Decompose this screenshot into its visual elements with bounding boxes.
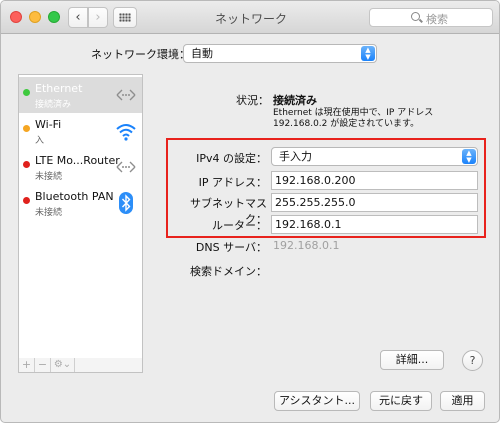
service-item-wifi[interactable]: Wi-Fi 入 (19, 113, 142, 149)
ethernet-arrows-icon (116, 161, 136, 173)
location-label: ネットワーク環境： (91, 48, 190, 61)
ipv4-config-popup[interactable]: 手入力 ▲ ▼ (271, 147, 478, 166)
ip-address-label: IP アドレス： (198, 176, 267, 189)
status-dot-icon (23, 197, 30, 204)
subnet-mask-field[interactable]: 255.255.255.0 (271, 193, 478, 212)
service-item-lte-router[interactable]: LTE Mo...Router 未接続 (19, 149, 142, 185)
ipv4-config-value: 手入力 (279, 150, 312, 163)
ipv4-config-label: IPv4 の設定： (196, 152, 267, 165)
updown-arrows-icon: ▲ ▼ (462, 149, 476, 164)
status-dot-icon (23, 89, 30, 96)
service-status: 未接続 (35, 172, 63, 182)
service-name: Ethernet (35, 82, 83, 95)
router-field[interactable]: 192.168.0.1 (271, 215, 478, 234)
service-name: Wi-Fi (35, 118, 62, 131)
service-list: Ethernet 接続済み Wi-Fi 入 LTE Mo...Router 未接… (18, 74, 143, 359)
service-status: 入 (35, 136, 45, 146)
dns-server-value: 192.168.0.1 (273, 239, 340, 252)
network-preferences-window: ‹ › ネットワーク 検索 ネットワーク環境： 自動 ▲ ▼ Ethernet 接… (0, 0, 500, 423)
search-icon (411, 12, 420, 21)
wifi-icon (116, 124, 136, 141)
status-dot-icon (23, 161, 30, 168)
search-field[interactable]: 検索 (369, 8, 493, 27)
ip-address-field[interactable]: 192.168.0.200 (271, 171, 478, 190)
ethernet-arrows-icon (116, 89, 136, 101)
updown-arrows-icon: ▲ ▼ (361, 46, 375, 61)
status-label: 状況： (236, 94, 269, 107)
status-dot-icon (23, 125, 30, 132)
service-name: LTE Mo...Router (35, 154, 120, 167)
bluetooth-icon (119, 192, 133, 214)
dns-server-label: DNS サーバ： (195, 241, 267, 254)
location-popup[interactable]: 自動 ▲ ▼ (183, 44, 377, 63)
service-item-bluetooth-pan[interactable]: Bluetooth PAN 未接続 (19, 185, 142, 221)
revert-button[interactable]: 元に戻す (370, 391, 432, 411)
status-description: Ethernet は現在使用中で、IP アドレス 192.168.0.2 が設定… (273, 108, 434, 129)
status-value: 接続済み (273, 94, 317, 107)
service-name: Bluetooth PAN (35, 190, 114, 203)
service-status: 接続済み (35, 100, 72, 110)
title-bar: ‹ › ネットワーク 検索 (1, 1, 499, 34)
remove-service-button[interactable]: − (35, 358, 51, 372)
help-button[interactable]: ? (462, 350, 483, 371)
assistant-button[interactable]: アシスタント... (274, 391, 360, 411)
service-list-toolbar: + − ⚙︎⌄ (18, 358, 143, 373)
gear-icon[interactable]: ⚙︎⌄ (51, 358, 75, 372)
advanced-button[interactable]: 詳細... (380, 350, 444, 370)
location-value: 自動 (191, 47, 213, 60)
search-domains-label: 検索ドメイン： (190, 265, 267, 278)
search-placeholder: 検索 (426, 13, 448, 26)
service-status: 未接続 (35, 208, 63, 218)
add-service-button[interactable]: + (19, 358, 35, 372)
apply-button[interactable]: 適用 (440, 391, 485, 411)
router-label: ルーター： (212, 219, 267, 232)
service-item-ethernet[interactable]: Ethernet 接続済み (19, 77, 142, 113)
